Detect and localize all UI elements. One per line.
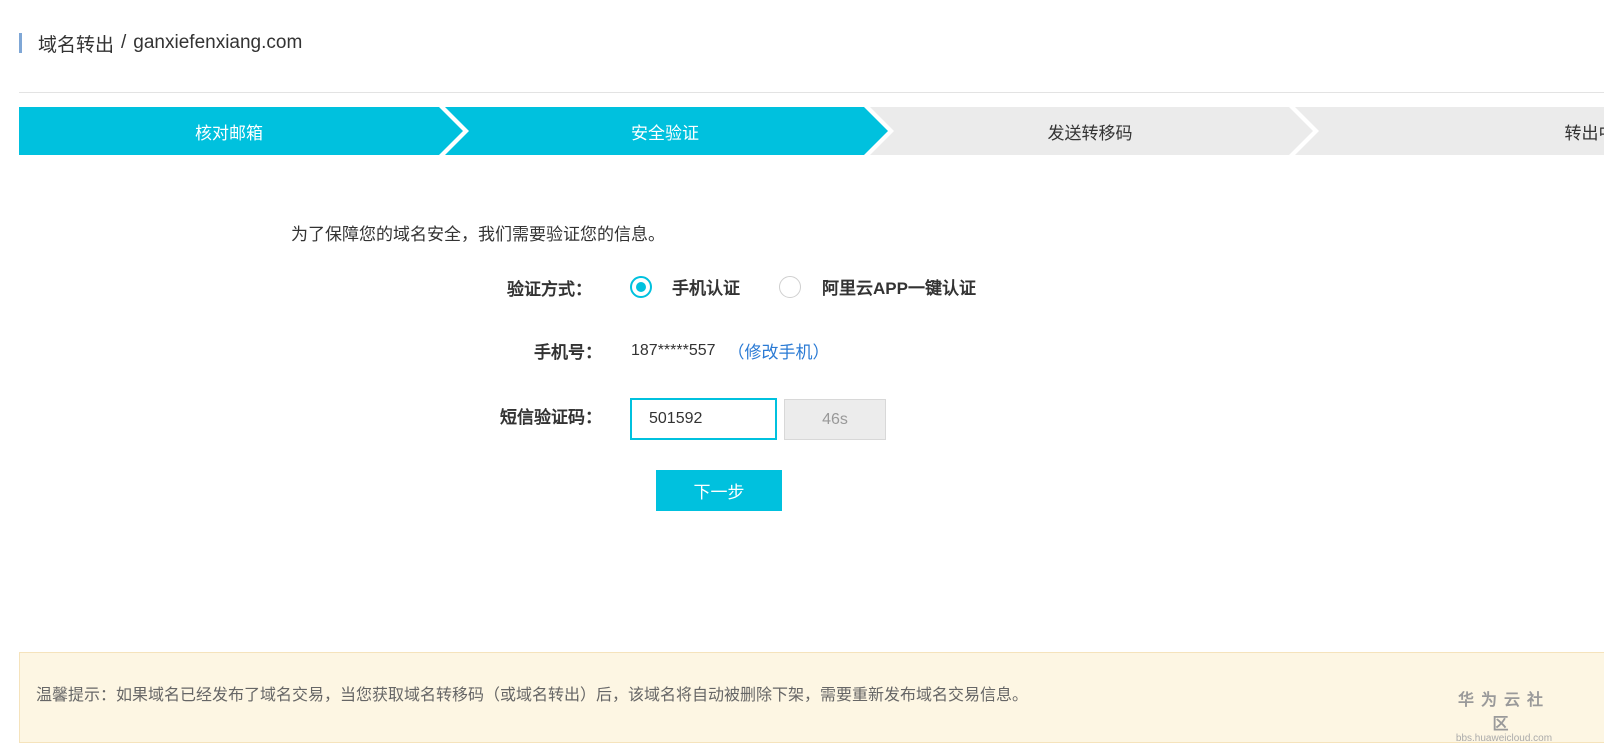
step-transferring: 转出中 (1295, 107, 1604, 155)
notice-box: 温馨提示：如果域名已经发布了域名交易，当您获取域名转移码（或域名转出）后，该域名… (19, 652, 1604, 743)
title-separator: / (121, 32, 127, 53)
step-label: 转出中 (1564, 123, 1604, 143)
step-progress-bar: 核对邮箱 安全验证 发送转移码 转出中 (19, 107, 1604, 155)
step-verify-email: 核对邮箱 (19, 107, 439, 155)
title-accent-bar (19, 33, 22, 53)
phone-value: 187*****557 (631, 341, 716, 359)
watermark-name: 华为云社区 (1457, 692, 1550, 733)
watermark: 华为云社区 bbs.huaweicloud.com (1449, 686, 1559, 743)
resend-countdown-button[interactable]: 46s (784, 399, 886, 440)
method-option-app[interactable]: 阿里云APP一键认证 (779, 274, 976, 299)
sms-label: 短信验证码： (500, 408, 602, 427)
next-step-button[interactable]: 下一步 (656, 470, 782, 511)
phone-row: 187*****557 （修改手机） (631, 338, 830, 363)
step-security-verify: 安全验证 (445, 107, 885, 155)
radio-phone-label[interactable]: 手机认证 (672, 274, 740, 299)
step-send-transfer-code: 发送转移码 (870, 107, 1310, 155)
notice-text: 温馨提示：如果域名已经发布了域名交易，当您获取域名转移码（或域名转出）后，该域名… (36, 687, 1029, 704)
change-phone-link[interactable]: （修改手机） (728, 338, 830, 363)
step-label: 发送转移码 (1047, 123, 1133, 143)
title-domain: ganxiefenxiang.com (133, 32, 303, 53)
radio-app-label[interactable]: 阿里云APP一键认证 (822, 274, 976, 299)
title-divider (19, 92, 1604, 93)
sms-code-input[interactable] (630, 398, 777, 440)
intro-text: 为了保障您的域名安全，我们需要验证您的信息。 (291, 225, 665, 244)
page-title: 域名转出 / ganxiefenxiang.com (19, 32, 303, 56)
radio-phone[interactable] (630, 275, 652, 298)
title-text: 域名转出 (38, 34, 115, 56)
domain-transfer-page: 域名转出 / ganxiefenxiang.com 核对邮箱 安全验证 发送转移… (0, 0, 1604, 743)
step-label: 核对邮箱 (195, 123, 263, 143)
watermark-url: bbs.huaweicloud.com (1455, 733, 1553, 743)
method-option-phone[interactable]: 手机认证 (630, 274, 740, 299)
radio-dot (636, 281, 646, 292)
step-label: 安全验证 (631, 123, 699, 143)
radio-app[interactable] (779, 275, 801, 298)
phone-label: 手机号： (534, 343, 602, 362)
method-label: 验证方式： (507, 280, 592, 299)
